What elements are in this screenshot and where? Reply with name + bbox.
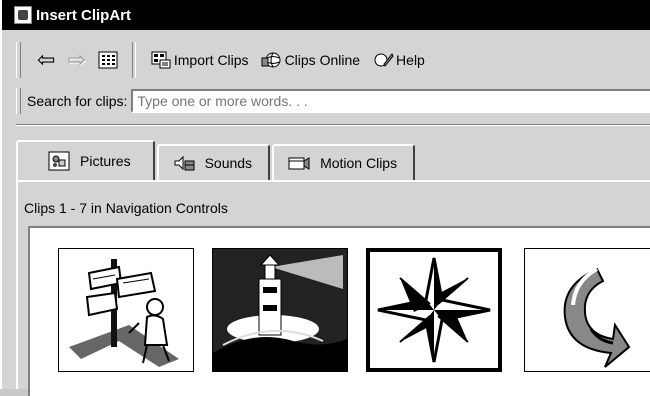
pictures-icon xyxy=(48,151,70,171)
toolbar-separator xyxy=(131,42,136,78)
clip-count-status: Clips 1 - 7 in Navigation Controls xyxy=(24,200,228,216)
forward-arrow-icon: ⇨ xyxy=(67,47,86,72)
help-icon xyxy=(374,53,394,67)
clips-online-label: Clips Online xyxy=(284,52,361,68)
back-button[interactable]: ⇦ xyxy=(31,45,61,75)
import-clips-label: Import Clips xyxy=(173,52,249,68)
tab-motion-clips[interactable]: Motion Clips xyxy=(272,144,416,180)
title-bar[interactable]: Insert ClipArt xyxy=(2,0,650,30)
search-row: Search for clips: xyxy=(16,86,650,116)
window-title: Insert ClipArt xyxy=(36,6,132,24)
compass-star-clip xyxy=(377,257,491,363)
tab-sounds[interactable]: Sounds xyxy=(156,144,271,180)
clip-panel: Clips 1 - 7 in Navigation Controls xyxy=(16,180,650,396)
clipart-app-icon xyxy=(14,6,32,24)
clip-thumbnail-signpost[interactable] xyxy=(58,248,194,372)
forward-button[interactable]: ⇨ xyxy=(61,45,91,75)
insert-clipart-window: Insert ClipArt ⇦ ⇨ Import Clips Clips On… xyxy=(0,0,650,396)
help-button[interactable]: Help xyxy=(366,45,431,75)
curved-arrow-clip xyxy=(563,267,631,368)
clip-thumbnail-compass[interactable] xyxy=(366,248,502,372)
grid-view-icon xyxy=(98,51,118,69)
tab-sounds-label: Sounds xyxy=(204,155,253,171)
toolbar-grip[interactable] xyxy=(16,42,21,78)
clip-thumbnail-curved-arrow[interactable] xyxy=(524,248,650,372)
view-button[interactable] xyxy=(92,45,124,75)
import-clips-button[interactable]: Import Clips xyxy=(144,45,255,75)
tab-motion-clips-label: Motion Clips xyxy=(320,155,398,171)
sounds-icon xyxy=(174,155,195,171)
signpost-with-person-clip xyxy=(69,259,179,367)
tab-strip: Pictures Sounds Motion Clips xyxy=(16,140,417,180)
toolbar: ⇦ ⇨ Import Clips Clips Online Help xyxy=(16,38,650,82)
divider xyxy=(16,124,650,126)
clip-gallery[interactable] xyxy=(28,226,650,396)
clips-online-button[interactable]: Clips Online xyxy=(255,45,366,75)
search-bar-grip[interactable] xyxy=(16,88,21,114)
back-arrow-icon: ⇦ xyxy=(37,47,56,72)
motion-clips-icon xyxy=(288,157,310,170)
lighthouse-clip xyxy=(213,249,347,371)
search-input[interactable] xyxy=(131,89,650,113)
help-label: Help xyxy=(396,52,425,68)
tab-pictures[interactable]: Pictures xyxy=(16,140,155,180)
import-clips-icon xyxy=(151,51,171,69)
clip-thumbnail-lighthouse[interactable] xyxy=(212,248,348,372)
search-label: Search for clips: xyxy=(27,93,128,109)
clips-online-icon xyxy=(261,52,281,68)
tab-pictures-label: Pictures xyxy=(80,153,131,169)
